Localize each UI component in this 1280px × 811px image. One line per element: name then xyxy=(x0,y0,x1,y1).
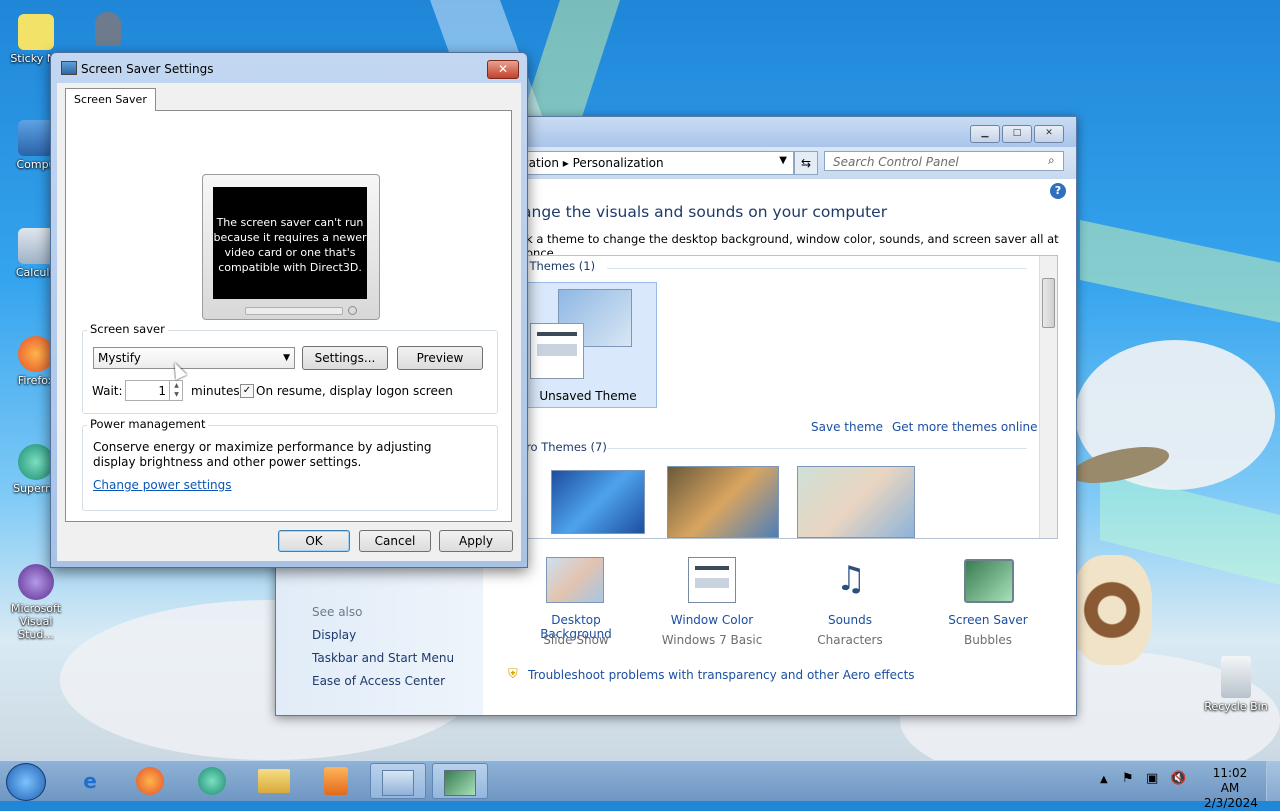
address-field[interactable]: ization ▸ Personalization ▼ xyxy=(512,151,794,175)
chevron-down-icon: ▼ xyxy=(283,353,290,363)
apply-button[interactable]: Apply xyxy=(439,530,513,552)
visual-studio-icon xyxy=(18,564,54,600)
help-icon[interactable]: ? xyxy=(1050,183,1066,199)
cancel-button[interactable]: Cancel xyxy=(359,530,431,552)
troubleshoot-link[interactable]: Troubleshoot problems with transparency … xyxy=(528,668,915,682)
my-themes-heading: y Themes (1) xyxy=(519,259,596,273)
get-more-themes-link[interactable]: Get more themes online xyxy=(892,420,1038,434)
computer-icon xyxy=(18,120,54,156)
theme-architecture[interactable] xyxy=(667,466,779,538)
preview-button[interactable]: Preview xyxy=(397,346,483,370)
close-button[interactable]: ✕ xyxy=(1034,125,1064,143)
music-notes-icon: ♫ xyxy=(835,559,867,599)
power-description: Conserve energy or maximize performance … xyxy=(93,440,432,469)
clock-date: 2/3/2024 xyxy=(1204,796,1258,810)
power-led-icon xyxy=(348,306,357,315)
resume-checkbox-label[interactable]: On resume, display logon screen xyxy=(256,384,453,398)
window-color-item[interactable]: Window Color Windows 7 Basic xyxy=(652,557,772,649)
explorer-taskbar-icon[interactable] xyxy=(246,763,302,799)
supermium-taskbar-icon[interactable] xyxy=(184,763,240,799)
firefox-taskbar-icon[interactable] xyxy=(122,763,178,799)
close-icon[interactable]: ✕ xyxy=(487,60,519,79)
change-power-settings-link[interactable]: Change power settings xyxy=(93,478,232,492)
wallpaper-beam xyxy=(1080,220,1280,323)
power-group-label: Power management xyxy=(87,417,209,431)
desktop-icon-chess[interactable] xyxy=(88,12,128,50)
monitor-preview: The screen saver can't run because it re… xyxy=(202,174,380,320)
settings-button[interactable]: Settings... xyxy=(302,346,388,370)
themes-list[interactable]: y Themes (1) Unsaved Theme Save theme Ge… xyxy=(516,255,1058,539)
see-also-ease-of-access[interactable]: Ease of Access Center xyxy=(312,674,445,688)
screensaver-group-label: Screen saver xyxy=(87,322,168,336)
clock-time: 11:02 AM xyxy=(1212,766,1248,795)
aero-themes-heading: ero Themes (7) xyxy=(519,440,607,454)
chevron-down-icon[interactable]: ▼ xyxy=(779,155,787,166)
supermium-icon xyxy=(18,444,54,480)
divider xyxy=(607,448,1027,449)
breadcrumb[interactable]: ization ▸ Personalization xyxy=(519,156,664,170)
spinner-arrows-icon[interactable]: ▲ ▼ xyxy=(169,381,183,400)
page-title: ange the visuals and sounds on your comp… xyxy=(522,203,888,221)
see-also-heading: See also xyxy=(312,605,363,619)
action-center-flag-icon[interactable]: ⚑ xyxy=(1122,771,1134,786)
sounds-item[interactable]: ♫ Sounds Characters xyxy=(790,557,910,649)
media-player-taskbar-icon[interactable] xyxy=(308,763,364,799)
wait-label: Wait: xyxy=(92,384,123,398)
control-panel-taskbar-icon[interactable] xyxy=(370,763,426,799)
dialog-title: Screen Saver Settings xyxy=(81,62,214,76)
resume-checkbox[interactable]: ✓ xyxy=(240,384,254,398)
theme-characters[interactable] xyxy=(797,466,915,538)
shield-icon: ⛨ xyxy=(508,667,518,682)
theme-name: Unsaved Theme xyxy=(539,389,637,403)
refresh-icon[interactable]: ⇆ xyxy=(794,151,818,175)
ok-button[interactable]: OK xyxy=(278,530,350,552)
recycle-bin-icon xyxy=(1221,656,1251,698)
volume-muted-icon[interactable]: 🔇 xyxy=(1170,771,1186,786)
screen-saver-item[interactable]: Screen Saver Bubbles xyxy=(928,557,1048,649)
tab-screen-saver[interactable]: Screen Saver xyxy=(65,88,156,111)
desktop-icon-visual-studio[interactable]: Microsoft Visual Stud... xyxy=(0,564,72,641)
start-button[interactable] xyxy=(6,763,46,801)
screen-saver-icon xyxy=(964,559,1014,603)
taskbar: e ▲ ⚑ ▣ 🔇 11:02 AM 2/3/2024 xyxy=(0,760,1280,810)
minimize-button[interactable]: ▁ xyxy=(970,125,1000,143)
screen-saver-settings-dialog[interactable]: Screen Saver Settings ✕ Screen Saver The… xyxy=(50,52,528,568)
save-theme-link[interactable]: Save theme xyxy=(811,420,883,434)
screensaver-select[interactable]: Mystify ▼ xyxy=(93,347,295,369)
chess-icon xyxy=(95,12,121,46)
network-icon[interactable]: ▣ xyxy=(1146,771,1158,786)
wallpaper-turtle-shell xyxy=(1072,555,1152,665)
search-icon[interactable]: ⌕ xyxy=(1048,153,1055,168)
sticky-notes-icon xyxy=(18,14,54,50)
see-also-taskbar[interactable]: Taskbar and Start Menu xyxy=(312,651,454,665)
scrollbar-thumb[interactable] xyxy=(1042,278,1055,328)
desktop-icon-recycle-bin[interactable]: Recycle Bin xyxy=(1200,656,1272,713)
maximize-button[interactable]: □ xyxy=(1002,125,1032,143)
theme-windows-7[interactable] xyxy=(551,470,645,534)
calculator-icon xyxy=(18,228,54,264)
screen-saver-taskbar-icon[interactable] xyxy=(432,763,488,799)
desktop-background-icon xyxy=(546,557,604,603)
window-color-icon xyxy=(688,557,736,603)
clock[interactable]: 11:02 AM 2/3/2024 xyxy=(1204,766,1258,811)
tab-page: The screen saver can't run because it re… xyxy=(65,110,512,522)
show-desktop-button[interactable] xyxy=(1266,761,1280,801)
preview-message: The screen saver can't run because it re… xyxy=(213,187,367,299)
themes-scrollbar[interactable] xyxy=(1039,256,1057,538)
screensaver-group: Screen saver Mystify ▼ Settings... Previ… xyxy=(82,322,498,414)
window-color-swatch xyxy=(530,323,584,379)
dialog-app-icon xyxy=(61,61,77,75)
firefox-icon xyxy=(18,336,54,372)
divider xyxy=(607,268,1027,269)
dialog-body: Screen Saver The screen saver can't run … xyxy=(57,83,521,561)
theme-unsaved[interactable]: Unsaved Theme xyxy=(519,282,657,408)
see-also-display[interactable]: Display xyxy=(312,628,356,642)
power-management-group: Power management Conserve energy or maxi… xyxy=(82,417,498,511)
desktop-background-item[interactable]: Desktop Background Slide Show xyxy=(516,557,636,649)
search-input[interactable]: Search Control Panel xyxy=(824,151,1064,171)
monitor-stand xyxy=(245,307,343,315)
show-hidden-icons-icon[interactable]: ▲ xyxy=(1100,774,1108,785)
internet-explorer-icon[interactable]: e xyxy=(62,763,118,799)
minutes-label: minutes xyxy=(191,384,240,398)
